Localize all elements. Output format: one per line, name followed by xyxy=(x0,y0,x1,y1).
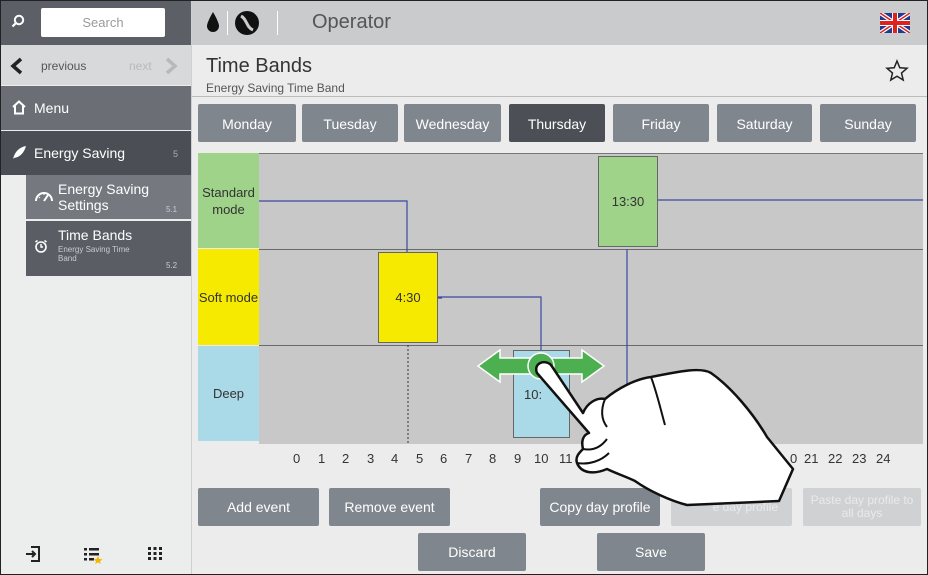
title-divider xyxy=(192,96,927,97)
sidebar-footer xyxy=(1,538,191,574)
alarm-clock-icon xyxy=(34,239,48,258)
logout-icon[interactable] xyxy=(25,546,41,567)
event-block[interactable]: 4:30 xyxy=(378,252,438,343)
hour-label: 2 xyxy=(342,451,350,466)
chevron-left-icon[interactable] xyxy=(9,57,25,80)
chevron-right-icon[interactable] xyxy=(163,57,179,80)
search-input[interactable]: Search xyxy=(41,8,165,37)
hour-label: 4 xyxy=(391,451,399,466)
star-icon[interactable] xyxy=(885,59,909,88)
header-divider xyxy=(277,11,278,35)
tab-friday[interactable]: Friday xyxy=(613,104,709,142)
hour-label: 6 xyxy=(440,451,448,466)
uk-flag-icon[interactable] xyxy=(878,11,912,38)
operator-label: Operator xyxy=(312,11,391,33)
sidebar-item-energy-saving-settings[interactable]: Energy Saving Settings 5.1 xyxy=(26,175,191,219)
search-icon[interactable] xyxy=(11,14,29,32)
time-bands-number: 5.2 xyxy=(166,261,178,270)
discard-button[interactable]: Discard xyxy=(418,533,526,571)
coffee-bean-icon xyxy=(234,10,260,41)
menu-label: Menu xyxy=(34,100,70,116)
keypad-icon[interactable] xyxy=(147,546,163,567)
tab-monday[interactable]: Monday xyxy=(198,104,296,142)
page-subtitle: Energy Saving Time Band xyxy=(206,81,345,95)
hour-label: 23 xyxy=(852,451,867,466)
leaf-icon xyxy=(11,145,27,165)
hour-label: 9 xyxy=(514,451,522,466)
paste-all-days-button[interactable]: Paste day profile to all days xyxy=(803,488,921,526)
energy-saving-settings-label: Energy Saving Settings xyxy=(58,181,150,213)
tab-sunday[interactable]: Sunday xyxy=(820,104,916,142)
gauge-icon xyxy=(34,189,54,208)
remove-event-button[interactable]: Remove event xyxy=(329,488,450,526)
tab-thursday[interactable]: Thursday xyxy=(509,104,605,142)
water-drop-icon xyxy=(206,11,220,38)
history-navigation: previous next xyxy=(1,45,191,85)
tab-saturday[interactable]: Saturday xyxy=(717,104,812,142)
home-icon xyxy=(11,100,27,120)
tab-tuesday[interactable]: Tuesday xyxy=(302,104,398,142)
hour-label: 22 xyxy=(828,451,843,466)
sidebar-item-time-bands[interactable]: Time Bands Energy Saving Time Band 5.2 xyxy=(26,221,191,276)
time-bands-sublabel: Energy Saving Time Band xyxy=(58,245,130,263)
time-bands-label: Time Bands xyxy=(58,227,133,243)
energy-saving-settings-number: 5.1 xyxy=(166,205,178,214)
header-divider xyxy=(227,11,228,35)
hour-label: 8 xyxy=(489,451,497,466)
search-bar: Search xyxy=(1,1,191,45)
hand-gesture-icon xyxy=(534,361,795,507)
top-bar: Operator xyxy=(192,1,927,45)
hour-label: 5 xyxy=(416,451,424,466)
hour-label: 0 xyxy=(293,451,301,466)
save-button[interactable]: Save xyxy=(597,533,705,571)
next-button[interactable]: next xyxy=(129,59,152,73)
energy-saving-number: 5 xyxy=(173,149,179,159)
page-title: Time Bands xyxy=(206,55,312,77)
hour-label: 3 xyxy=(367,451,375,466)
menu-item[interactable]: Menu xyxy=(1,86,191,130)
energy-saving-label: Energy Saving xyxy=(34,145,126,161)
hour-label: 1 xyxy=(318,451,326,466)
hour-label: 21 xyxy=(804,451,819,466)
tab-wednesday[interactable]: Wednesday xyxy=(404,104,501,142)
sidebar: Search previous next Menu Energy Saving … xyxy=(1,1,192,574)
hour-label: 7 xyxy=(465,451,473,466)
previous-button[interactable]: previous xyxy=(41,59,86,73)
app-frame: Search previous next Menu Energy Saving … xyxy=(0,0,928,575)
add-event-button[interactable]: Add event xyxy=(198,488,319,526)
sidebar-item-energy-saving[interactable]: Energy Saving 5 xyxy=(1,131,191,175)
favorites-list-icon[interactable] xyxy=(83,546,103,569)
hour-label: 24 xyxy=(876,451,891,466)
event-block[interactable]: 13:30 xyxy=(598,156,658,247)
